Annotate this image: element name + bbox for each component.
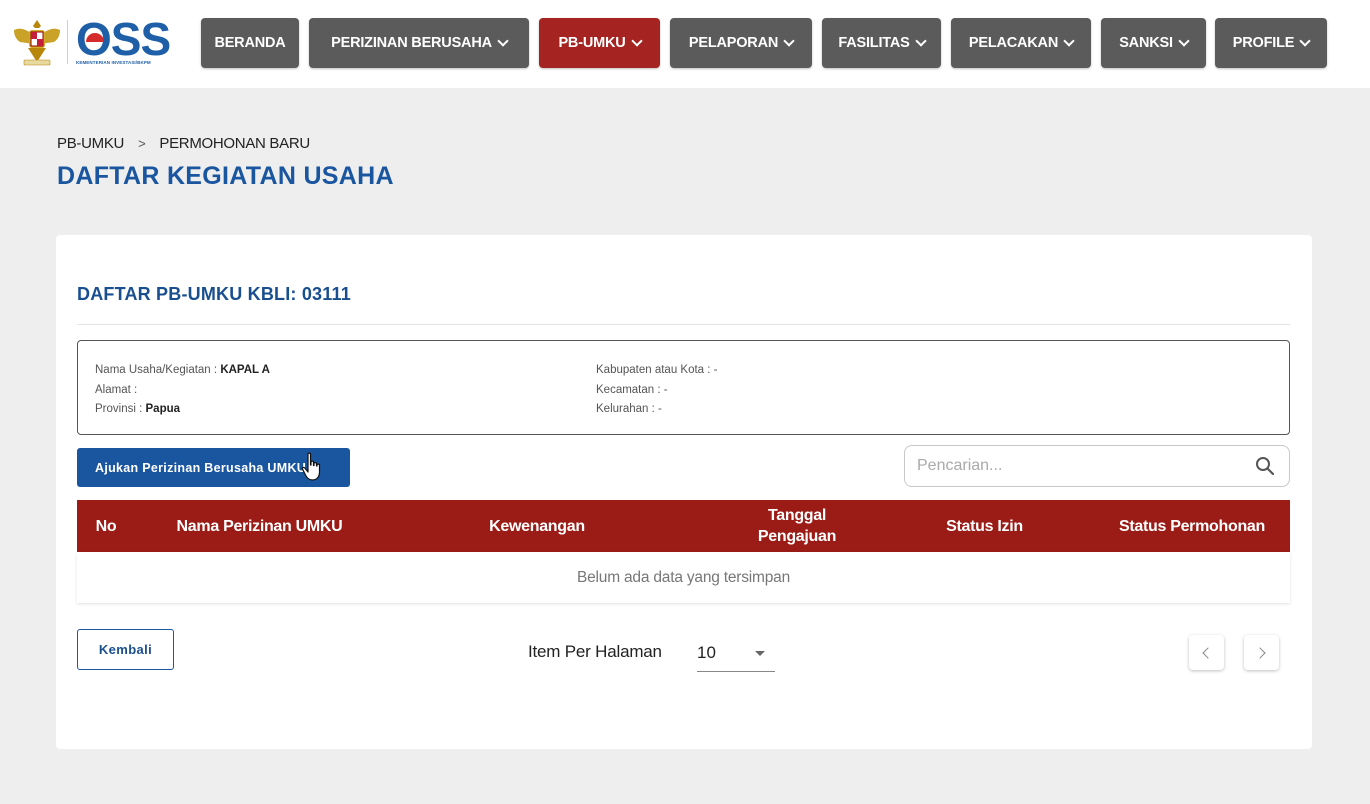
nav-label: BERANDA <box>214 35 286 51</box>
info-column-left: Nama Usaha/Kegiatan : KAPAL A Alamat : P… <box>95 361 270 420</box>
hand-cursor-icon <box>301 452 321 481</box>
search-icon[interactable] <box>1255 456 1275 476</box>
column-header-status-permohonan: Status Permohonan <box>1118 517 1266 535</box>
nav-beranda[interactable]: BERANDA <box>201 18 299 68</box>
nav-label: SANKSI <box>1119 35 1173 51</box>
info-label: Alamat : <box>95 383 138 396</box>
chevron-down-icon <box>783 34 795 47</box>
info-value: Papua <box>145 403 181 415</box>
search-box <box>904 445 1290 487</box>
info-row-kelurahan: Kelurahan : - <box>596 400 718 420</box>
chevron-down-icon <box>1063 34 1075 47</box>
card-title: DAFTAR PB-UMKU KBLI: 03111 <box>77 284 351 304</box>
column-header-tanggal-pengajuan: Tanggal Pengajuan <box>757 507 837 545</box>
top-navbar: OSS KEMENTERIAN INVESTASI/BKPM BERANDA P… <box>0 0 1370 88</box>
breadcrumb-separator: > <box>138 136 146 151</box>
chevron-down-icon <box>497 34 509 47</box>
oss-logo[interactable]: OSS KEMENTERIAN INVESTASI/BKPM <box>74 14 180 68</box>
info-label: Kabupaten atau Kota : <box>596 364 711 376</box>
column-header-no: No <box>95 517 117 535</box>
chevron-left-icon <box>1202 646 1214 659</box>
chevron-down-icon <box>1178 34 1190 47</box>
info-row-provinsi: Provinsi : Papua <box>95 400 270 420</box>
chevron-down-icon <box>1299 34 1311 47</box>
info-value: KAPAL A <box>220 364 270 376</box>
table-empty-message: Belum ada data yang tersimpan <box>77 552 1290 603</box>
info-row-alamat: Alamat : <box>95 381 270 401</box>
info-value: - <box>713 364 718 376</box>
business-info-box: Nama Usaha/Kegiatan : KAPAL A Alamat : P… <box>77 340 1290 435</box>
info-value: - <box>658 403 662 415</box>
info-label: Provinsi : <box>95 403 143 415</box>
info-label: Kelurahan : <box>596 403 655 415</box>
nav-fasilitas[interactable]: FASILITAS <box>822 18 941 68</box>
nav-sanksi[interactable]: SANKSI <box>1101 18 1206 68</box>
nav-pelacakan[interactable]: PELACAKAN <box>951 18 1091 68</box>
nav-label: FASILITAS <box>838 35 910 51</box>
nav-label: PROFILE <box>1232 35 1295 51</box>
chevron-right-icon <box>1254 646 1266 659</box>
main-card: DAFTAR PB-UMKU KBLI: 03111 Nama Usaha/Ke… <box>56 235 1312 749</box>
info-row-nama-usaha: Nama Usaha/Kegiatan : KAPAL A <box>95 361 270 381</box>
nav-label: PB-UMKU <box>558 35 626 51</box>
back-button[interactable]: Kembali <box>77 629 174 670</box>
next-page-button[interactable] <box>1244 635 1279 670</box>
column-header-status-izin: Status Izin <box>946 517 1023 535</box>
garuda-emblem-icon <box>14 20 60 66</box>
caret-down-icon <box>755 651 765 656</box>
previous-page-button[interactable] <box>1189 635 1224 670</box>
logo-subtitle: KEMENTERIAN INVESTASI/BKPM <box>76 60 151 65</box>
search-input[interactable] <box>917 454 1237 478</box>
column-header-nama-perizinan: Nama Perizinan UMKU <box>176 517 343 535</box>
column-header-kewenangan: Kewenangan <box>489 517 585 535</box>
nav-pelaporan[interactable]: PELAPORAN <box>670 18 812 68</box>
items-per-page-value: 10 <box>697 643 716 662</box>
divider <box>77 324 1290 325</box>
info-row-kabupaten: Kabupaten atau Kota : - <box>596 361 718 381</box>
info-label: Kecamatan : <box>596 383 661 396</box>
nav-label: PELAPORAN <box>688 35 779 51</box>
chevron-down-icon <box>630 34 643 47</box>
info-column-right: Kabupaten atau Kota : - Kecamatan : - Ke… <box>596 361 718 420</box>
logo-divider <box>67 20 68 64</box>
nav-label: PERIZINAN BERUSAHA <box>331 35 492 51</box>
logo-mark-icon <box>86 33 104 42</box>
nav-perizinan-berusaha[interactable]: PERIZINAN BERUSAHA <box>309 18 529 68</box>
nav-label: PELACAKAN <box>968 35 1059 51</box>
items-per-page-select[interactable]: 10 <box>697 639 775 672</box>
info-row-kecamatan: Kecamatan : - <box>596 381 718 401</box>
info-label: Nama Usaha/Kegiatan : <box>95 364 218 376</box>
breadcrumb-item-pb-umku[interactable]: PB-UMKU <box>57 135 124 152</box>
nav-profile[interactable]: PROFILE <box>1215 18 1327 68</box>
page-title: DAFTAR KEGIATAN USAHA <box>57 162 394 190</box>
table-header: No Nama Perizinan UMKU Kewenangan Tangga… <box>77 500 1290 552</box>
nav-pb-umku[interactable]: PB-UMKU <box>539 18 660 68</box>
breadcrumb-item-permohonan-baru: PERMOHONAN BARU <box>159 135 310 152</box>
items-per-page-label: Item Per Halaman <box>528 642 662 661</box>
info-value: - <box>663 383 668 396</box>
chevron-down-icon <box>914 34 927 47</box>
breadcrumb: PB-UMKU > PERMOHONAN BARU <box>57 135 310 152</box>
